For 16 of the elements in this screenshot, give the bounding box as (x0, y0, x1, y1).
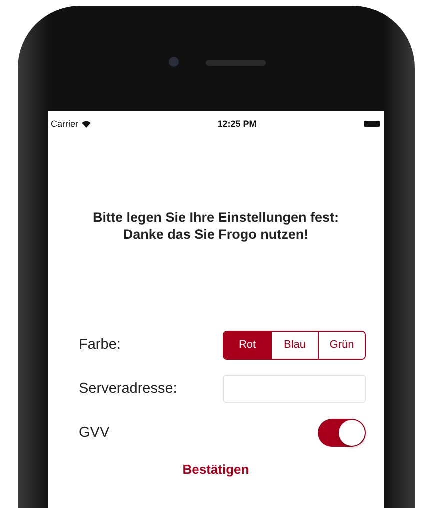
status-time: 12:25 PM (218, 119, 257, 129)
heading-text: Danke das Sie Frogo nutzen! (122, 226, 310, 243)
wifi-icon (82, 120, 91, 128)
confirm-button[interactable]: Bestätigen (178, 460, 254, 479)
segment-option[interactable]: Grün (318, 332, 365, 358)
carrier-label: Carrier (51, 119, 79, 129)
camera-lens (169, 57, 179, 67)
heading-text: Bitte legen Sie Ihre Einstellungen fest: (92, 209, 340, 226)
battery-icon (364, 121, 380, 127)
setting-label: Farbe: (79, 337, 121, 353)
toggle-switch[interactable] (318, 419, 366, 447)
setting-label: Serveradresse: (79, 381, 178, 397)
segment-option[interactable]: Rot (224, 332, 271, 358)
speaker-grille (206, 60, 266, 66)
setting-label: GVV (79, 425, 110, 441)
server-address-field[interactable] (223, 375, 366, 403)
